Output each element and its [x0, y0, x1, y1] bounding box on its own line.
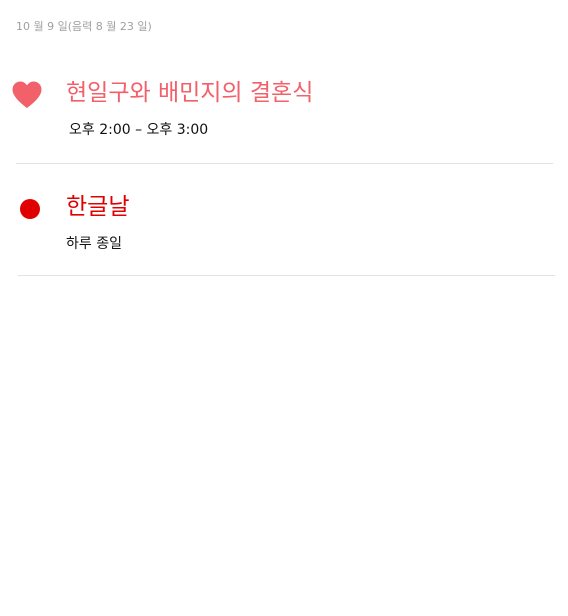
event-title: 현일구와 배민지의 결혼식 [66, 80, 314, 106]
day-agenda-view: 10 월 9 일(음력 8 월 23 일) 현일구와 배민지의 결혼식 오후 2… [0, 0, 568, 616]
heart-icon [10, 80, 44, 110]
red-dot-shape [20, 199, 40, 219]
date-header: 10 월 9 일(음력 8 월 23 일) [16, 20, 152, 33]
event-item-wedding[interactable]: 현일구와 배민지의 결혼식 오후 2:00 – 오후 3:00 [0, 64, 568, 176]
event-time: 하루 종일 [66, 236, 122, 252]
event-title: 한글날 [66, 194, 130, 220]
divider [18, 275, 555, 276]
event-time: 오후 2:00 – 오후 3:00 [69, 122, 209, 138]
heart-icon-graphic [12, 81, 42, 108]
divider [16, 163, 553, 164]
red-dot-icon [14, 194, 46, 224]
event-item-hangul-day[interactable]: 한글날 하루 종일 [0, 178, 568, 290]
